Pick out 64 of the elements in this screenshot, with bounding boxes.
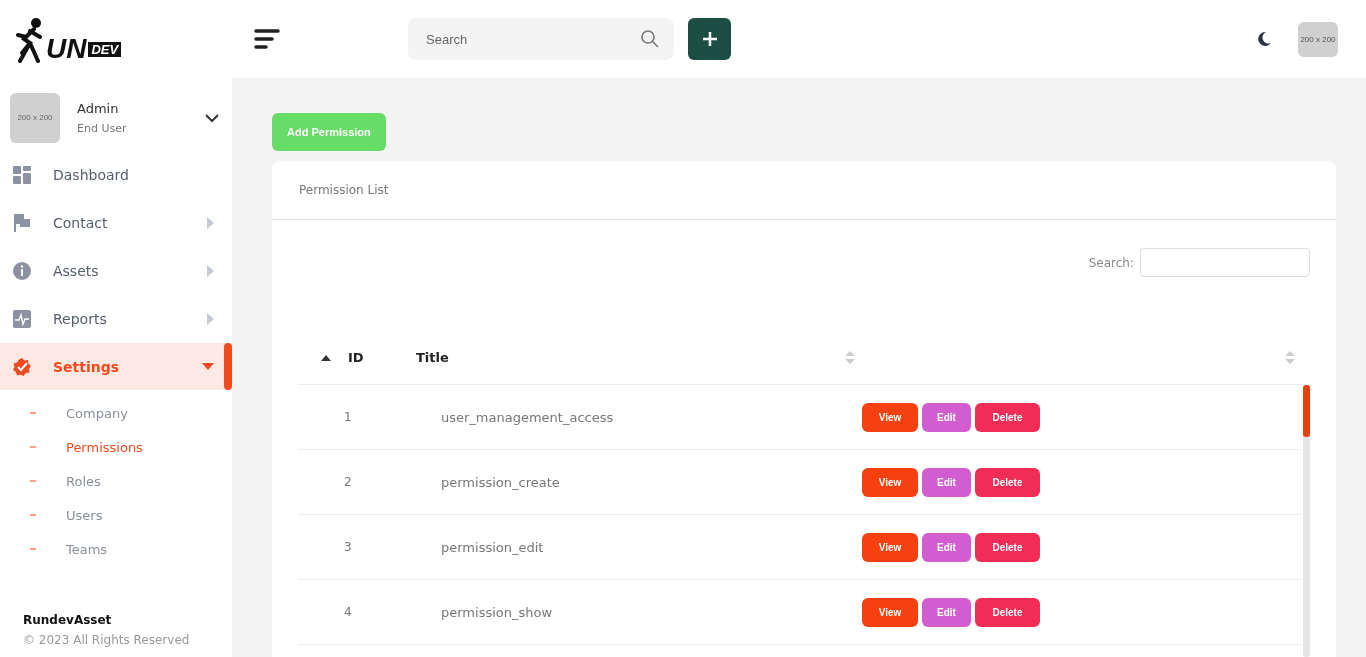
placeholder-text: 200 x 200	[17, 113, 53, 122]
column-header[interactable]: Title	[416, 350, 449, 365]
info-icon	[12, 260, 32, 281]
table-cell-text: permission_edit	[441, 539, 545, 555]
dashboard-icon	[12, 164, 32, 185]
table-cell-text: 4	[343, 605, 353, 619]
dash-icon	[30, 514, 36, 516]
chevron-down-icon[interactable]	[204, 112, 220, 123]
view-button[interactable]: View	[862, 532, 918, 562]
nav-item[interactable]: Dashboard	[0, 151, 232, 198]
scrollbar[interactable]	[1303, 385, 1310, 657]
edit-button[interactable]: Edit	[922, 467, 971, 497]
submenu-item[interactable]: Teams	[66, 541, 108, 557]
plus-icon	[701, 31, 718, 47]
submenu-item[interactable]: Company	[66, 405, 128, 421]
delete-button[interactable]: Delete	[975, 597, 1040, 627]
nav-item[interactable]: Reports	[0, 295, 232, 342]
add-button[interactable]	[688, 18, 731, 60]
edit-button[interactable]: Edit	[922, 532, 971, 562]
flag-icon	[12, 212, 32, 233]
delete-button[interactable]: Delete	[975, 532, 1040, 562]
nav-item[interactable]: Contact	[0, 199, 232, 246]
table-cell-text: 1	[343, 410, 353, 424]
menu-icon[interactable]	[254, 28, 280, 50]
sort-up-icon[interactable]	[320, 353, 332, 362]
view-button[interactable]: View	[862, 467, 918, 497]
chart-icon	[12, 308, 32, 329]
copyright-text: © 2023 All Rights Reserved	[23, 633, 191, 647]
submenu-item[interactable]: Users	[66, 507, 103, 523]
card-title: Permission List	[272, 161, 1336, 220]
search-label: Search:	[1088, 255, 1134, 270]
brand-name: RundevAsset	[23, 613, 113, 627]
search-icon	[640, 29, 660, 49]
view-button[interactable]: View	[862, 402, 918, 432]
table-cell-text: 2	[343, 475, 353, 489]
dash-icon	[30, 412, 36, 414]
dash-icon	[30, 548, 36, 550]
table-cell-text: user_management_access	[441, 409, 615, 425]
dash-icon	[30, 446, 36, 448]
edit-button[interactable]: Edit	[922, 597, 971, 627]
user-role: End User	[77, 121, 128, 135]
submenu-item[interactable]: Permissions	[66, 439, 143, 455]
logo-badge: DEV	[88, 42, 122, 57]
nav-item[interactable]: Settings	[0, 343, 232, 390]
badge-check-icon	[12, 356, 32, 377]
moon-icon[interactable]	[1256, 31, 1272, 47]
dash-icon	[30, 480, 36, 482]
scrollbar-thumb[interactable]	[1303, 385, 1310, 437]
avatar-placeholder[interactable]: 200 x 200	[1298, 21, 1338, 57]
edit-button[interactable]: Edit	[922, 402, 971, 432]
user-name: Admin	[77, 100, 120, 116]
view-button[interactable]: View	[862, 597, 918, 627]
submenu-item[interactable]: Roles	[66, 473, 101, 489]
search-field[interactable]: Search	[408, 18, 674, 60]
table-cell-text: 3	[343, 540, 353, 554]
table-cell-text: permission_create	[441, 474, 561, 490]
nav-item[interactable]: Assets	[0, 247, 232, 294]
table-cell-text: permission_show	[441, 604, 554, 620]
search-field[interactable]	[1140, 248, 1310, 277]
active-indicator	[224, 343, 232, 390]
logo-text: UN	[46, 35, 87, 63]
column-header[interactable]: ID	[348, 350, 364, 365]
delete-button[interactable]: Delete	[975, 467, 1040, 497]
delete-button[interactable]: Delete	[975, 402, 1040, 432]
